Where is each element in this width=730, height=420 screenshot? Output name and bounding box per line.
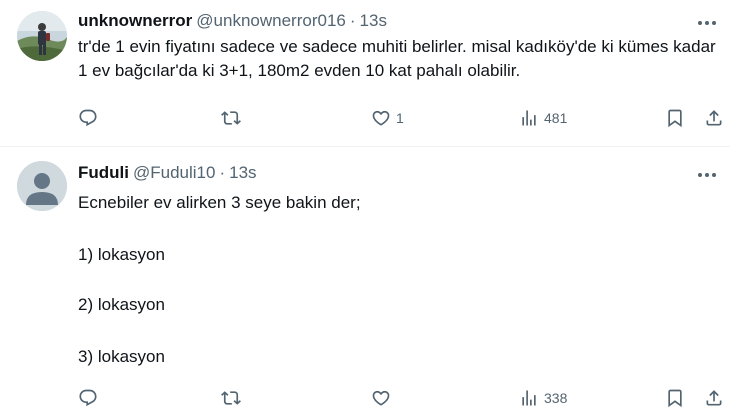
share-icon: [706, 110, 722, 126]
timestamp[interactable]: 13s: [360, 11, 387, 30]
repost-button[interactable]: [221, 104, 241, 132]
repost-icon: [221, 111, 241, 125]
reply-button[interactable]: [78, 384, 98, 412]
views-button[interactable]: 481: [519, 104, 567, 132]
heart-icon: [372, 390, 390, 406]
share-icon: [706, 390, 722, 406]
analytics-icon: [522, 390, 536, 406]
share-button[interactable]: [704, 384, 724, 412]
bookmark-icon: [668, 389, 682, 408]
heart-icon: [372, 110, 390, 126]
more-options-icon[interactable]: [694, 12, 720, 34]
reply-button[interactable]: [78, 104, 98, 132]
tweet-text-line: Ecnebiler ev alirken 3 seye bakin der;: [78, 193, 361, 212]
bookmark-button[interactable]: [665, 104, 685, 132]
action-bar: 1 481: [0, 104, 730, 132]
action-bar: 338: [0, 384, 730, 412]
tweet[interactable]: Fuduli @Fuduli10 · 13s Ecnebiler ev alirken…: [0, 147, 730, 420]
view-count: 338: [544, 390, 568, 406]
reply-icon: [79, 109, 97, 127]
tweet-header: unknownerror @unknownerror016 · 13s: [78, 10, 387, 32]
separator-dot: ·: [219, 163, 226, 182]
separator-dot: ·: [349, 11, 356, 30]
share-button[interactable]: [704, 104, 724, 132]
tweet-text-line: 3) lokasyon: [78, 347, 165, 366]
bookmark-icon: [668, 109, 682, 128]
timestamp[interactable]: 13s: [229, 163, 256, 182]
view-count: 481: [544, 110, 568, 126]
like-button[interactable]: [371, 384, 391, 412]
default-avatar-icon: [17, 161, 67, 211]
avatar[interactable]: [17, 11, 67, 61]
tweet-text: tr'de 1 evin fiyatını sadece ve sadece m…: [78, 37, 716, 80]
views-button[interactable]: 338: [519, 384, 567, 412]
repost-icon: [221, 391, 241, 405]
reply-icon: [79, 389, 97, 407]
user-handle[interactable]: @unknownerror016: [196, 11, 346, 30]
tweet-header: Fuduli @Fuduli10 · 13s: [78, 162, 257, 184]
more-options-icon[interactable]: [694, 164, 720, 186]
user-handle[interactable]: @Fuduli10: [133, 163, 215, 182]
display-name[interactable]: Fuduli: [78, 163, 129, 182]
repost-button[interactable]: [221, 384, 241, 412]
analytics-icon: [522, 110, 536, 126]
tweet-text-line: 2) lokasyon: [78, 295, 165, 314]
like-button[interactable]: 1: [371, 104, 404, 132]
tweet[interactable]: unknownerror @unknownerror016 · 13s tr'de 1…: [0, 0, 730, 147]
bookmark-button[interactable]: [665, 384, 685, 412]
display-name[interactable]: unknownerror: [78, 11, 192, 30]
avatar-photo: [17, 11, 67, 61]
avatar[interactable]: [17, 161, 67, 211]
like-count: 1: [396, 110, 404, 126]
tweet-text-line: 1) lokasyon: [78, 245, 165, 264]
